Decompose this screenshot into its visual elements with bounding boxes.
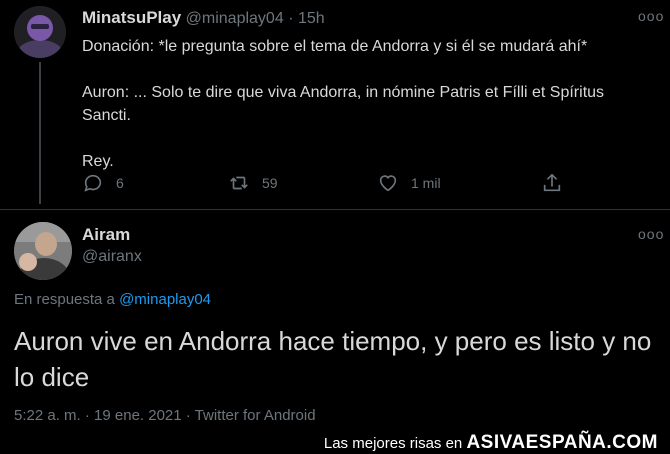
reply-context: En respuesta a @minaplay04: [14, 291, 211, 308]
tweet-line: Auron vive en Andorra hace tiempo, y per…: [14, 326, 652, 356]
comment-icon: [84, 174, 102, 192]
tweet-line: Rey.: [82, 153, 114, 170]
retweet-button[interactable]: 59: [228, 172, 278, 194]
tweet-line: Auron: ... Solo te dire que viva Andorra…: [82, 84, 605, 101]
author-handle[interactable]: @airanx: [82, 248, 142, 266]
share-button[interactable]: [541, 172, 575, 194]
reply-prefix: En respuesta a: [14, 291, 115, 308]
author-handle[interactable]: @minaplay04: [186, 10, 284, 27]
tweet-line: lo dice: [14, 362, 90, 392]
more-options-icon[interactable]: ooo: [638, 226, 664, 242]
reply-count: 6: [116, 175, 124, 191]
footer-text: Las mejores risas en ASIVAESPAÑA.COM: [324, 432, 658, 454]
retweet-count: 59: [262, 175, 278, 191]
avatar[interactable]: [14, 222, 72, 280]
footer-banner: Las mejores risas en ASIVAESPAÑA.COM: [0, 430, 670, 453]
reply-button[interactable]: 6: [82, 172, 124, 194]
tweet-time[interactable]: 15h: [298, 10, 325, 27]
heart-icon: [379, 175, 397, 192]
reply-mention-link[interactable]: @minaplay04: [119, 291, 211, 308]
footer-prefix: Las mejores risas en: [323, 435, 463, 452]
tweet-timestamp[interactable]: 5:22 a. m. · 19 ene. 2021 · Twitter for …: [14, 407, 316, 424]
thread-line: [39, 62, 41, 204]
footer-brand[interactable]: ASIVAESPAÑA.COM: [466, 432, 658, 453]
separator: ·: [288, 10, 294, 27]
tweet-header: Airam @airanx: [82, 225, 142, 266]
tweet-line: Sancti.: [82, 107, 131, 124]
tweet-header: MinatsuPlay @minaplay04 · 15h: [82, 8, 325, 28]
retweet-icon: [230, 176, 248, 190]
divider: [0, 209, 670, 210]
author-name[interactable]: MinatsuPlay: [82, 8, 181, 27]
avatar[interactable]: [14, 6, 66, 58]
share-icon: [543, 173, 561, 192]
tweet-text: Auron vive en Andorra hace tiempo, y per…: [14, 323, 664, 395]
tweet-line: Donación: *le pregunta sobre el tema de …: [82, 38, 588, 55]
like-count: 1 mil: [411, 175, 441, 191]
more-options-icon[interactable]: ooo: [638, 8, 664, 24]
author-name[interactable]: Airam: [82, 225, 142, 245]
tweet-text: Donación: *le pregunta sobre el tema de …: [82, 35, 662, 173]
like-button[interactable]: 1 mil: [377, 172, 441, 194]
